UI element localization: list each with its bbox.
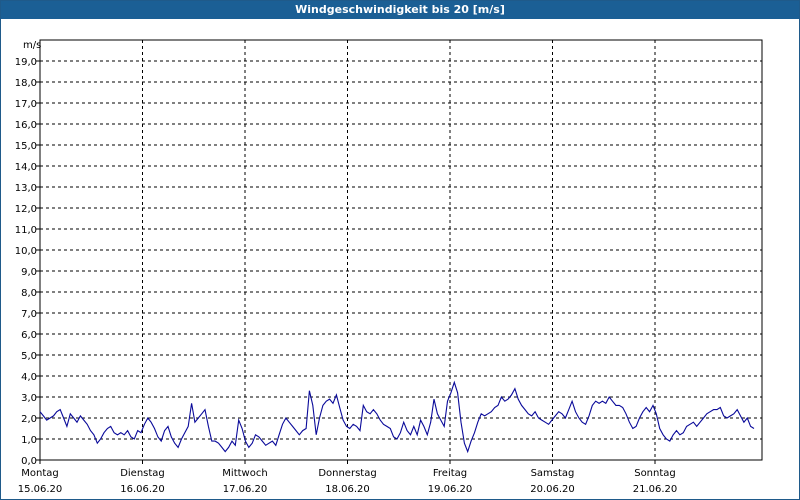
y-tick-label: 6,0 [21, 330, 37, 341]
y-tick-label: 12,0 [15, 204, 37, 215]
x-tick-date-label: 20.06.20 [530, 484, 575, 495]
y-tick-label: 4,0 [21, 372, 37, 383]
y-tick-label: 17,0 [15, 99, 37, 110]
x-tick-day-label: Donnerstag [318, 468, 376, 479]
y-tick-label: 18,0 [15, 78, 37, 89]
y-tick-label: 8,0 [21, 288, 37, 299]
x-tick-day-label: Mittwoch [222, 468, 267, 479]
y-tick-label: 9,0 [21, 267, 37, 278]
x-tick-date-label: 19.06.20 [428, 484, 473, 495]
y-tick-label: 11,0 [15, 225, 37, 236]
y-tick-label: 7,0 [21, 309, 37, 320]
x-tick-day-label: Freitag [433, 468, 467, 479]
y-tick-label: 13,0 [15, 183, 37, 194]
wind-speed-series-line [39, 380, 755, 454]
y-axis-unit-label: m/s [23, 40, 41, 51]
y-tick-label: 10,0 [15, 246, 37, 257]
y-tick-label: 14,0 [15, 162, 37, 173]
y-tick-label: 2,0 [21, 414, 37, 425]
y-tick-label: 19,0 [15, 57, 37, 68]
y-tick-label: 3,0 [21, 393, 37, 404]
y-tick-label: 1,0 [21, 435, 37, 446]
x-tick-day-label: Samstag [531, 468, 575, 479]
x-tick-date-label: 17.06.20 [223, 484, 268, 495]
x-tick-date-label: 15.06.20 [18, 484, 63, 495]
y-tick-label: 15,0 [15, 141, 37, 152]
x-tick-date-label: 18.06.20 [325, 484, 370, 495]
x-tick-day-label: Sonntag [634, 468, 676, 479]
y-tick-label: 16,0 [15, 120, 37, 131]
x-tick-day-label: Montag [21, 468, 58, 479]
x-tick-day-label: Dienstag [120, 468, 165, 479]
x-tick-date-label: 21.06.20 [633, 484, 678, 495]
wind-speed-chart: m/s 0,0 1,0 2,0 3,0 4,0 5,0 6,0 7,0 8,0 9,0 10,0 11… [15, 39, 763, 495]
y-tick-label: 0,0 [21, 456, 37, 467]
y-tick-label: 5,0 [21, 351, 37, 362]
x-tick-date-label: 16.06.20 [120, 484, 165, 495]
